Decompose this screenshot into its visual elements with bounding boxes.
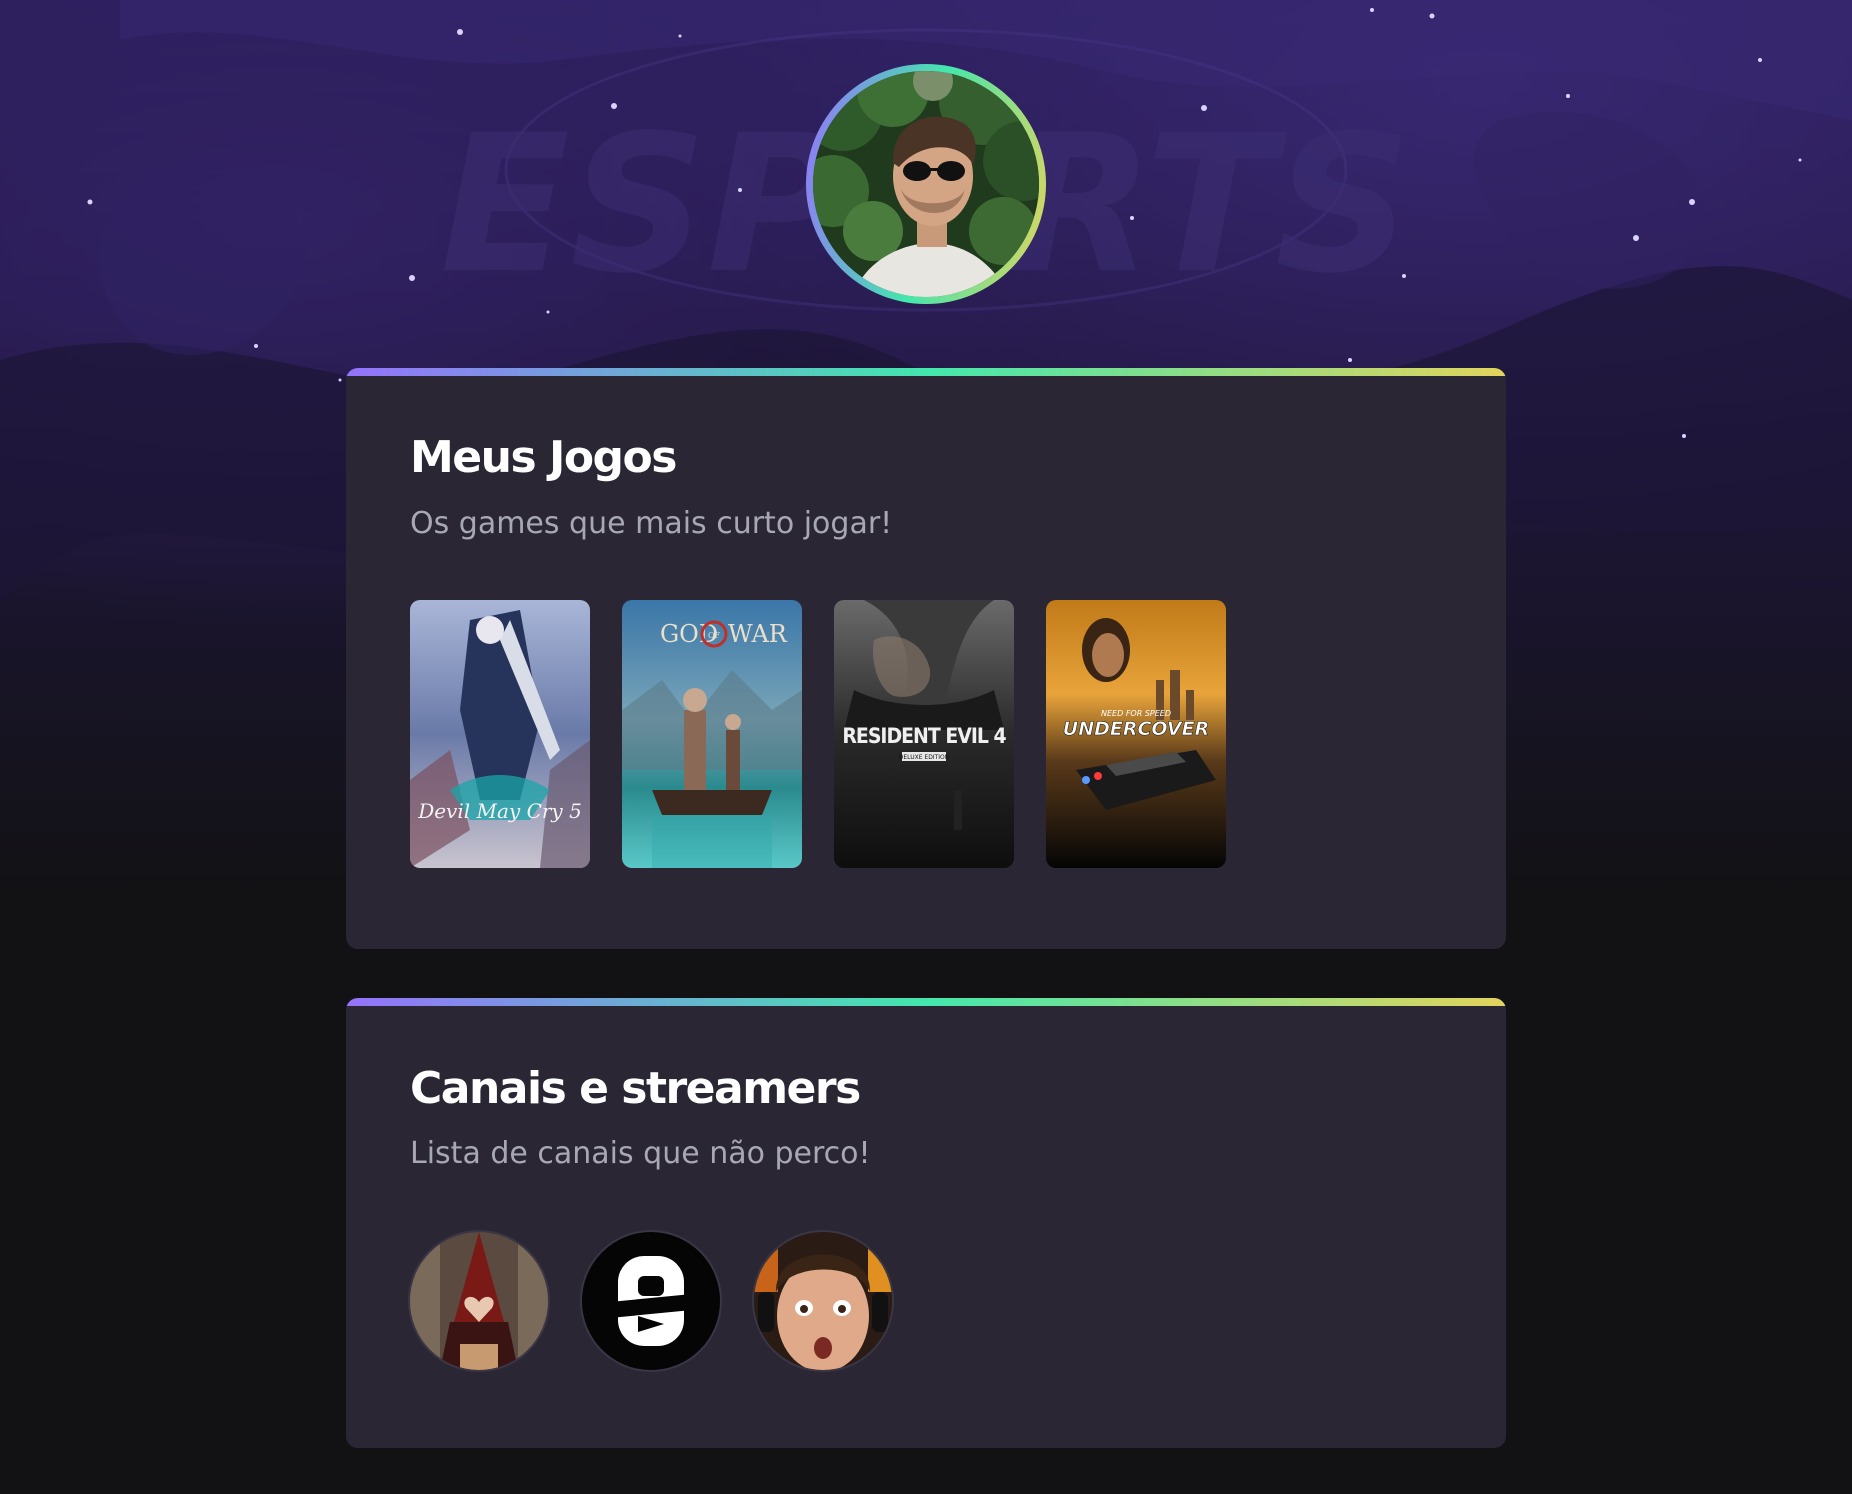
streamer-avatar-2[interactable] bbox=[582, 1232, 720, 1370]
games-section-title: Meus Jogos bbox=[410, 432, 677, 483]
game-logo-gow-2: WAR bbox=[728, 620, 788, 648]
game-cover-god-of-war[interactable]: GOD OF WAR bbox=[622, 600, 802, 868]
streamer-avatar-3[interactable] bbox=[754, 1232, 892, 1370]
game-logo-nfs-2: UNDERCOVER bbox=[1063, 718, 1209, 740]
card-gradient-bar bbox=[346, 368, 1506, 376]
game-logo-re4-edition: DELUXE EDITION bbox=[899, 754, 949, 761]
page: ESPORTS bbox=[0, 0, 1852, 1494]
streamer-avatar-1[interactable] bbox=[410, 1232, 548, 1370]
game-cover-resident-evil-4[interactable]: RESIDENT EVIL 4 DELUXE EDITION bbox=[834, 600, 1014, 868]
profile-avatar bbox=[806, 64, 1046, 304]
profile-photo bbox=[813, 71, 1039, 297]
streamers-section-subtitle: Lista de canais que não perco! bbox=[410, 1136, 871, 1171]
game-logo-gow-of: OF bbox=[708, 631, 721, 640]
games-section-subtitle: Os games que mais curto jogar! bbox=[410, 506, 893, 541]
game-logo-re4: RESIDENT EVIL 4 bbox=[842, 724, 1006, 748]
game-logo-nfs-1: NEED FOR SPEED bbox=[1101, 709, 1171, 718]
game-cover-nfs-undercover[interactable]: NEED FOR SPEED UNDERCOVER bbox=[1046, 600, 1226, 868]
streamers-section-title: Canais e streamers bbox=[410, 1063, 861, 1114]
game-cover-devil-may-cry-5[interactable]: Devil May Cry 5 bbox=[410, 600, 590, 868]
card-gradient-bar bbox=[346, 998, 1506, 1006]
game-logo-dmc: Devil May Cry 5 bbox=[417, 799, 582, 823]
